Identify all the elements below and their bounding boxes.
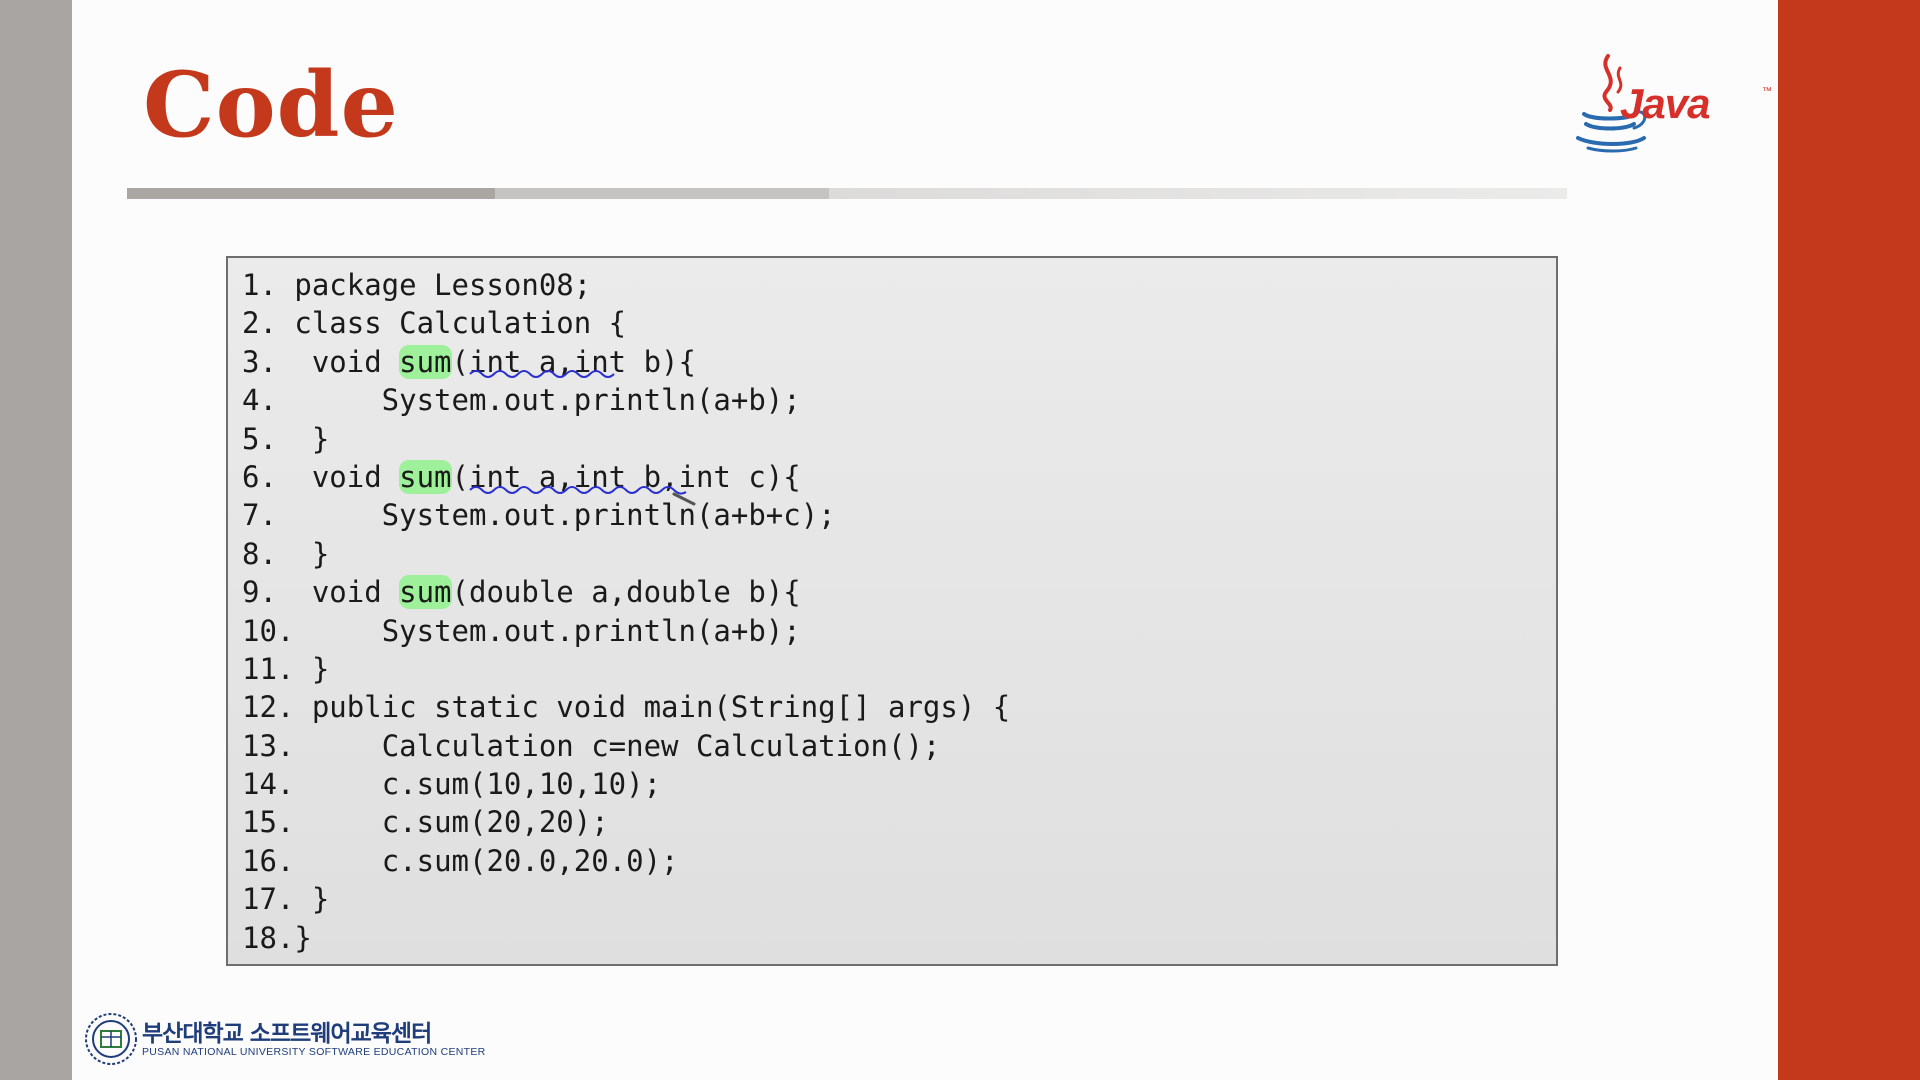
line-number: 17. <box>242 882 295 917</box>
code-line: 2. class Calculation { <box>242 304 1010 342</box>
line-number: 6. <box>242 459 277 494</box>
code-text: Calculation c=new Calculation(); <box>294 728 941 763</box>
code-text: System.out.println(a+b); <box>294 613 801 648</box>
code-line: 10. System.out.println(a+b); <box>242 612 1010 650</box>
code-line: 14. c.sum(10,10,10); <box>242 765 1010 803</box>
line-number: 9. <box>242 575 277 610</box>
code-line: 18.} <box>242 919 1010 957</box>
code-text: (int a,int b,int c){ <box>451 459 801 494</box>
code-line: 6. void sum(int a,int b,int c){ <box>242 458 1010 496</box>
code-line: 13. Calculation c=new Calculation(); <box>242 727 1010 765</box>
code-text: System.out.println(a+b); <box>276 383 801 418</box>
divider-segment <box>829 188 1567 199</box>
java-logo-text: Java <box>1620 80 1710 127</box>
line-number: 8. <box>242 536 277 571</box>
code-text: (int a,int b){ <box>451 344 696 379</box>
code-text: c.sum(20,20); <box>294 805 609 840</box>
line-number: 5. <box>242 421 277 456</box>
code-line: 16. c.sum(20.0,20.0); <box>242 842 1010 880</box>
code-text: class Calculation { <box>276 306 627 341</box>
code-line: 3. void sum(int a,int b){ <box>242 343 1010 381</box>
code-text: } <box>294 920 312 955</box>
highlighted-method-name: sum <box>399 344 452 379</box>
slide-title: Code <box>143 52 399 158</box>
line-number: 11. <box>242 651 295 686</box>
right-accent-band <box>1778 0 1920 1080</box>
code-line: 1. package Lesson08; <box>242 266 1010 304</box>
line-number: 18. <box>242 920 295 955</box>
left-sidebar-band <box>0 0 72 1080</box>
code-line: 9. void sum(double a,double b){ <box>242 573 1010 611</box>
java-trademark: ™ <box>1762 86 1772 97</box>
code-line: 15. c.sum(20,20); <box>242 803 1010 841</box>
line-number: 2. <box>242 306 277 341</box>
line-number: 1. <box>242 268 277 302</box>
line-number: 3. <box>242 344 277 379</box>
highlighted-method-name: sum <box>399 459 452 494</box>
code-text: c.sum(20.0,20.0); <box>294 843 679 878</box>
code-text: public static void main(String[] args) { <box>294 690 1011 725</box>
code-text: void <box>276 459 400 494</box>
title-divider <box>127 188 1567 199</box>
code-line: 5. } <box>242 420 1010 458</box>
code-text: } <box>294 651 330 686</box>
code-text: c.sum(10,10,10); <box>294 767 662 802</box>
divider-segment <box>495 188 829 199</box>
code-text: } <box>276 421 330 456</box>
code-lines: 1. package Lesson08; 2. class Calculation… <box>242 266 1010 957</box>
line-number: 15. <box>242 805 295 840</box>
line-number: 7. <box>242 498 277 533</box>
highlighted-method-name: sum <box>399 575 452 610</box>
code-text: void <box>276 575 400 610</box>
line-number: 14. <box>242 767 295 802</box>
line-number: 4. <box>242 383 277 418</box>
code-line: 4. System.out.println(a+b); <box>242 381 1010 419</box>
code-line: 11. } <box>242 650 1010 688</box>
code-line: 7. System.out.println(a+b+c); <box>242 496 1010 534</box>
line-number: 13. <box>242 728 295 763</box>
code-text: } <box>294 882 330 917</box>
code-text: } <box>276 536 330 571</box>
line-number: 10. <box>242 613 295 648</box>
footer-org-name-english: PUSAN NATIONAL UNIVERSITY SOFTWARE EDUCA… <box>142 1046 486 1058</box>
footer-org-name-korean: 부산대학교 소프트웨어교육센터 <box>142 1021 432 1047</box>
code-text: System.out.println(a+b+c); <box>276 498 836 533</box>
code-text: package Lesson08; <box>276 268 592 302</box>
line-number: 16. <box>242 843 295 878</box>
code-line: 17. } <box>242 880 1010 918</box>
code-line: 12. public static void main(String[] arg… <box>242 688 1010 726</box>
code-line: 8. } <box>242 535 1010 573</box>
code-text: (double a,double b){ <box>451 575 801 610</box>
line-number: 12. <box>242 690 295 725</box>
divider-segment <box>127 188 495 199</box>
code-text: void <box>276 344 400 379</box>
university-emblem-icon <box>85 1013 137 1065</box>
code-listing: 1. package Lesson08; 2. class Calculation… <box>226 256 1558 966</box>
